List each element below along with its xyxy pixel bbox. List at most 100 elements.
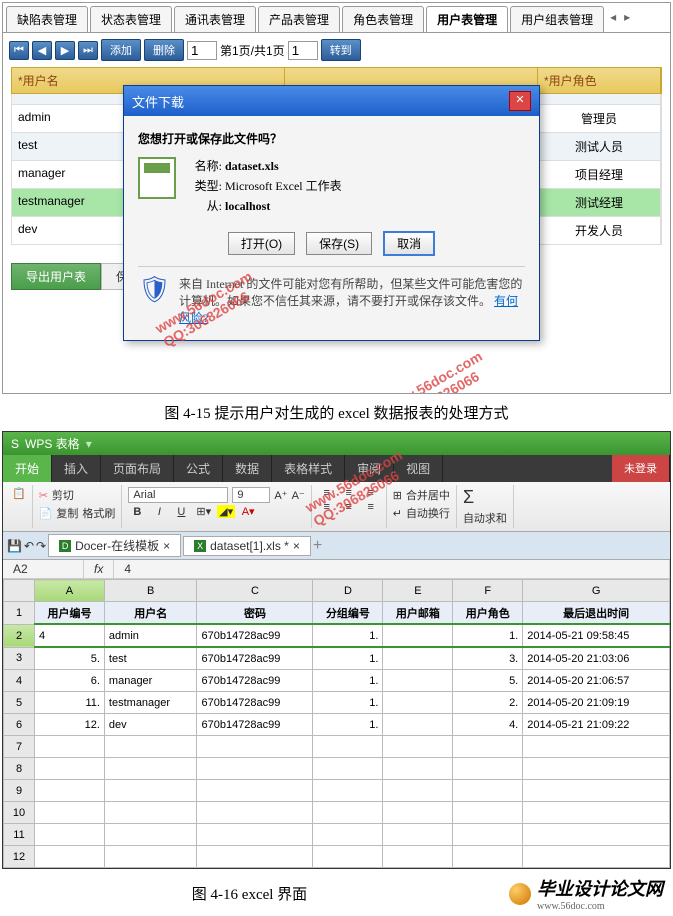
last-page-button[interactable]: ⏭ bbox=[78, 41, 98, 60]
col-header[interactable]: E bbox=[383, 580, 453, 602]
fx-icon[interactable]: fx bbox=[84, 560, 114, 578]
border-button[interactable]: ⊞▾ bbox=[194, 505, 213, 518]
menu-data[interactable]: 数据 bbox=[223, 455, 272, 482]
dialog-title: 文件下载 bbox=[132, 92, 184, 111]
export-users-button[interactable]: 导出用户表 bbox=[11, 263, 101, 290]
autosum-button[interactable]: Σ bbox=[463, 487, 507, 508]
undo-icon[interactable]: ↶ bbox=[24, 539, 34, 553]
next-page-button[interactable]: ▶ bbox=[55, 41, 75, 60]
col-header[interactable]: B bbox=[104, 580, 197, 602]
warning-text: 来自 Internet 的文件可能对您有所帮助，但某些文件可能危害您的计算机。如… bbox=[179, 277, 522, 308]
tab-product[interactable]: 产品表管理 bbox=[258, 6, 340, 32]
save-icon[interactable]: 💾 bbox=[7, 539, 22, 553]
col-role[interactable]: *用户角色 bbox=[538, 68, 661, 93]
menu-style[interactable]: 表格样式 bbox=[272, 455, 345, 482]
tab-user[interactable]: 用户表管理 bbox=[426, 6, 508, 32]
copy-button[interactable]: 复制 bbox=[56, 505, 78, 521]
align-right-icon[interactable]: ≡ bbox=[362, 501, 380, 513]
redo-icon[interactable]: ↷ bbox=[36, 539, 46, 553]
align-mid-icon[interactable]: ≡ bbox=[340, 487, 358, 499]
excel-icon: X bbox=[194, 540, 206, 552]
tab-comm[interactable]: 通讯表管理 bbox=[174, 6, 256, 32]
prev-page-button[interactable]: ◀ bbox=[32, 41, 52, 60]
wrap-button[interactable]: ↵自动换行 bbox=[393, 505, 450, 521]
tab-status[interactable]: 状态表管理 bbox=[90, 6, 172, 32]
logo-icon bbox=[509, 883, 531, 905]
row-header[interactable]: 2 bbox=[4, 624, 35, 647]
cell-ref[interactable]: A2 bbox=[3, 560, 84, 578]
cut-button[interactable]: 剪切 bbox=[52, 487, 74, 503]
close-tab-icon[interactable]: × bbox=[293, 539, 300, 553]
font-size-select[interactable]: 9 bbox=[232, 487, 270, 503]
decrease-font-icon[interactable]: A⁻ bbox=[292, 489, 305, 502]
close-icon[interactable]: ✕ bbox=[509, 91, 531, 111]
row-header[interactable]: 5 bbox=[4, 692, 35, 714]
tab-defect[interactable]: 缺陷表管理 bbox=[6, 6, 88, 32]
italic-button[interactable]: I bbox=[150, 506, 168, 518]
spreadsheet[interactable]: A B C D E F G 1 用户编号用户名密码分组编号用户邮箱用户角色最后退… bbox=[3, 579, 670, 868]
cancel-button[interactable]: 取消 bbox=[383, 231, 435, 256]
row-header[interactable]: 9 bbox=[4, 780, 35, 802]
underline-button[interactable]: U bbox=[172, 506, 190, 518]
paste-button[interactable]: 📋 bbox=[12, 487, 26, 500]
row-header[interactable]: 8 bbox=[4, 758, 35, 780]
cut-icon[interactable]: ✂ bbox=[39, 489, 48, 502]
format-painter[interactable]: 格式刷 bbox=[82, 505, 115, 521]
tab-scroll-right-icon[interactable]: ▸ bbox=[620, 6, 634, 32]
page-current[interactable] bbox=[187, 41, 217, 60]
formula-bar[interactable]: 4 bbox=[114, 560, 670, 578]
menu-formula[interactable]: 公式 bbox=[174, 455, 223, 482]
menu-review[interactable]: 审阅 bbox=[345, 455, 394, 482]
first-page-button[interactable]: ⏮ bbox=[9, 41, 29, 60]
col-header[interactable]: F bbox=[453, 580, 523, 602]
row-header[interactable]: 6 bbox=[4, 714, 35, 736]
merge-button[interactable]: ⊞合并居中 bbox=[393, 487, 450, 503]
font-color-button[interactable]: A▾ bbox=[239, 505, 257, 518]
row-header[interactable]: 11 bbox=[4, 824, 35, 846]
copy-icon[interactable]: 📄 bbox=[39, 507, 53, 520]
select-all[interactable] bbox=[4, 580, 35, 602]
figure-caption-2: 图 4-16 excel 界面 bbox=[0, 883, 499, 904]
close-tab-icon[interactable]: × bbox=[163, 539, 170, 553]
goto-button[interactable]: 转到 bbox=[321, 39, 361, 61]
menu-view[interactable]: 视图 bbox=[394, 455, 443, 482]
align-bot-icon[interactable]: ≡ bbox=[362, 487, 380, 499]
tab-scroll-left-icon[interactable]: ◂ bbox=[606, 6, 620, 32]
row-header[interactable]: 12 bbox=[4, 846, 35, 868]
new-tab-icon[interactable]: + bbox=[313, 537, 322, 555]
menu-bar: 开始 插入 页面布局 公式 数据 表格样式 审阅 视图 未登录 bbox=[3, 455, 670, 482]
row-header[interactable]: 3 bbox=[4, 647, 35, 670]
menu-start[interactable]: 开始 bbox=[3, 455, 52, 482]
increase-font-icon[interactable]: A⁺ bbox=[274, 489, 287, 502]
doctab-docer[interactable]: DDocer-在线模板× bbox=[48, 534, 181, 557]
page-goto-input[interactable] bbox=[288, 41, 318, 60]
menu-layout[interactable]: 页面布局 bbox=[101, 455, 174, 482]
tab-usergroup[interactable]: 用户组表管理 bbox=[510, 6, 604, 32]
col-header[interactable]: A bbox=[35, 580, 105, 602]
align-top-icon[interactable]: ≡ bbox=[318, 487, 336, 499]
menu-insert[interactable]: 插入 bbox=[52, 455, 101, 482]
tab-role[interactable]: 角色表管理 bbox=[342, 6, 424, 32]
font-name-select[interactable]: Arial bbox=[128, 487, 228, 503]
wps-logo: S bbox=[11, 437, 19, 451]
site-logo: 毕业设计论文网www.56doc.com bbox=[499, 871, 673, 916]
tab-bar: 缺陷表管理 状态表管理 通讯表管理 产品表管理 角色表管理 用户表管理 用户组表… bbox=[3, 3, 670, 33]
col-header[interactable]: G bbox=[523, 580, 670, 602]
col-header[interactable]: C bbox=[197, 580, 313, 602]
row-header[interactable]: 4 bbox=[4, 670, 35, 692]
fill-color-button[interactable]: ◢▾ bbox=[217, 505, 235, 518]
file-from: localhost bbox=[225, 199, 270, 213]
doctab-file[interactable]: Xdataset[1].xls *× bbox=[183, 536, 311, 556]
row-header[interactable]: 10 bbox=[4, 802, 35, 824]
login-button[interactable]: 未登录 bbox=[612, 455, 670, 482]
align-center-icon[interactable]: ≡ bbox=[340, 501, 358, 513]
add-button[interactable]: 添加 bbox=[101, 39, 141, 61]
col-header[interactable]: D bbox=[313, 580, 383, 602]
align-left-icon[interactable]: ≡ bbox=[318, 501, 336, 513]
row-header[interactable]: 7 bbox=[4, 736, 35, 758]
bold-button[interactable]: B bbox=[128, 506, 146, 518]
row-header[interactable]: 1 bbox=[4, 602, 35, 625]
open-button[interactable]: 打开(O) bbox=[228, 232, 295, 255]
delete-button[interactable]: 删除 bbox=[144, 39, 184, 61]
save-button[interactable]: 保存(S) bbox=[306, 232, 372, 255]
